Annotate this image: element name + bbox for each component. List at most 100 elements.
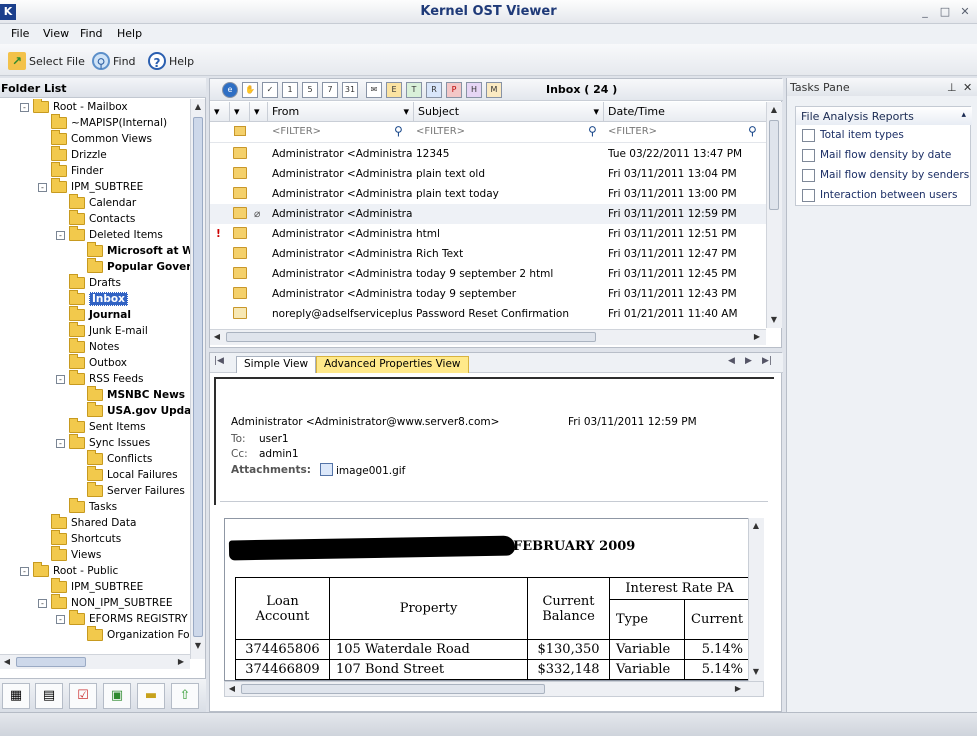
scroll-down-icon[interactable]: ▼ [767,313,781,327]
tree-item[interactable]: - RSS Feeds [56,370,143,387]
tree-item[interactable]: - Deleted Items [56,226,163,243]
tree-item[interactable]: Shared Data [38,514,136,531]
select-file-button[interactable]: ↗ Select File [8,50,85,72]
tree-item[interactable]: - Root - Public [20,562,118,579]
save-txt-icon[interactable]: T [406,82,422,98]
attachment-column[interactable]: ▾ [230,102,250,122]
message-vertical-scrollbar[interactable]: ▲ ▼ [766,102,782,328]
tree-item[interactable]: Inbox [56,290,128,307]
dropdown-icon[interactable]: ▾ [403,105,409,118]
minimize-button[interactable]: _ [917,4,933,20]
folder-hscroll-thumb[interactable] [16,657,86,667]
calendar-31-icon[interactable]: 31 [342,82,358,98]
tree-item[interactable]: - EFORMS REGISTRY [56,610,188,627]
table-row[interactable]: Administrator <Administrator... plain tex… [210,184,766,204]
table-row[interactable]: Administrator <Administrator... 12345 Tue … [210,144,766,164]
calendar-7-icon[interactable]: 7 [322,82,338,98]
tree-item[interactable]: - Root - Mailbox [20,99,128,115]
pin-icon[interactable]: ⊥ [947,81,957,94]
table-row[interactable]: Administrator <Administrator... today 9 s… [210,284,766,304]
calendar-icon[interactable]: ▦ [2,683,30,709]
tree-item[interactable]: USA.gov Updat [74,402,190,419]
tree-item[interactable]: Organization Forr [74,626,190,643]
tree-item[interactable]: Local Failures [74,466,178,483]
maximize-button[interactable]: □ [937,4,953,20]
collapse-toggle-icon[interactable]: - [38,598,47,608]
tree-item[interactable]: Microsoft at W [74,242,190,259]
subject-filter-input[interactable]: <FILTER> [416,126,465,137]
ie-icon[interactable]: e [222,82,238,98]
scroll-right-icon[interactable]: ▶ [731,682,745,696]
find-button[interactable]: ⚲ Find [92,50,136,72]
task-total-item-types[interactable]: Total item types [802,126,904,144]
task-interaction-between-users[interactable]: Interaction between users [802,186,957,204]
tree-item[interactable]: Views [38,546,101,563]
collapse-toggle-icon[interactable]: - [20,102,29,112]
close-pane-icon[interactable]: ✕ [963,81,972,94]
search-icon[interactable]: ⚲ [394,124,403,138]
menu-find[interactable]: Find [80,27,103,40]
table-row[interactable]: ⌀ Administrator <Administrator... Fri 03/1… [210,204,766,224]
up-icon[interactable]: ⇧ [171,683,199,709]
menu-view[interactable]: View [43,27,69,40]
prev-tab-icon[interactable]: ◀ [728,356,735,366]
tree-item[interactable]: MSNBC News [74,386,185,403]
tree-item[interactable]: Finder [38,162,103,179]
table-row[interactable]: Administrator <Administrator... Rich Text… [210,244,766,264]
importance-column[interactable]: ▾ [210,102,230,122]
tree-item[interactable]: IPM_SUBTREE [38,578,143,595]
tree-item[interactable]: Popular Gover [74,258,190,275]
datetime-column-header[interactable]: Date/Time [604,102,766,122]
envelope-icon[interactable]: ✉ [366,82,382,98]
tree-item[interactable]: Contacts [56,210,135,227]
tree-item[interactable]: - NON_IPM_SUBTREE [38,594,173,611]
folder-vertical-scrollbar[interactable]: ▲ ▼ [190,99,205,659]
collapse-toggle-icon[interactable]: - [56,438,65,448]
tree-item[interactable]: - Sync Issues [56,434,150,451]
dropdown-icon[interactable]: ▾ [593,105,599,118]
scroll-up-icon[interactable]: ▲ [191,100,205,114]
scroll-right-icon[interactable]: ▶ [750,330,764,344]
tree-item[interactable]: Outbox [56,354,127,371]
message-hscroll-thumb[interactable] [226,332,596,342]
scroll-left-icon[interactable]: ◀ [225,682,239,696]
table-row[interactable]: noreply@adselfserviceplus.... Password Re… [210,304,766,324]
table-row[interactable]: Administrator <Administrator... today 9 s… [210,264,766,284]
message-scroll-thumb[interactable] [769,120,779,210]
search-icon[interactable]: ⚲ [748,124,757,138]
tab-simple-view[interactable]: Simple View [236,356,317,373]
search-icon[interactable]: ⚲ [588,124,597,138]
subject-column-header[interactable]: Subject ▾ [414,102,604,122]
calendar-1-icon[interactable]: 1 [282,82,298,98]
from-column-header[interactable]: From ▾ [268,102,414,122]
folder-horizontal-scrollbar[interactable]: ◀ ▶ [0,654,190,669]
journal-icon[interactable]: ▣ [103,683,131,709]
menu-file[interactable]: File [11,27,29,40]
from-filter-input[interactable]: <FILTER> [272,126,321,137]
tree-item[interactable]: Common Views [38,130,152,147]
contacts-icon[interactable]: ▤ [35,683,63,709]
collapse-toggle-icon[interactable]: - [56,614,65,624]
tree-item[interactable]: Notes [56,338,119,355]
body-horizontal-scrollbar[interactable]: ◀ ▶ [224,681,764,697]
tree-item[interactable]: Drafts [56,274,121,291]
collapse-toggle-icon[interactable]: - [56,230,65,240]
save-msg-icon[interactable]: M [486,82,502,98]
reports-section-header[interactable]: File Analysis Reports ▴ [796,107,972,125]
close-button[interactable]: ✕ [957,4,973,20]
tree-item[interactable]: Conflicts [74,450,152,467]
tasks-icon[interactable]: ☑ [69,683,97,709]
table-row[interactable]: Administrator <Administrator... plain tex… [210,164,766,184]
save-eml-icon[interactable]: E [386,82,402,98]
folder-scroll-thumb[interactable] [193,117,203,637]
scroll-down-icon[interactable]: ▼ [191,639,205,653]
save-rtf-icon[interactable]: R [426,82,442,98]
notes-icon[interactable]: ▬ [137,683,165,709]
scroll-left-icon[interactable]: ◀ [0,655,14,669]
save-html-icon[interactable]: H [466,82,482,98]
tree-item[interactable]: Junk E-mail [56,322,148,339]
task-mail-flow-by-senders[interactable]: Mail flow density by senders [802,166,969,184]
last-tab-icon[interactable]: ▶| [762,356,772,366]
collapse-icon[interactable]: ▴ [961,110,966,120]
message-horizontal-scrollbar[interactable]: ◀ ▶ [210,329,766,345]
